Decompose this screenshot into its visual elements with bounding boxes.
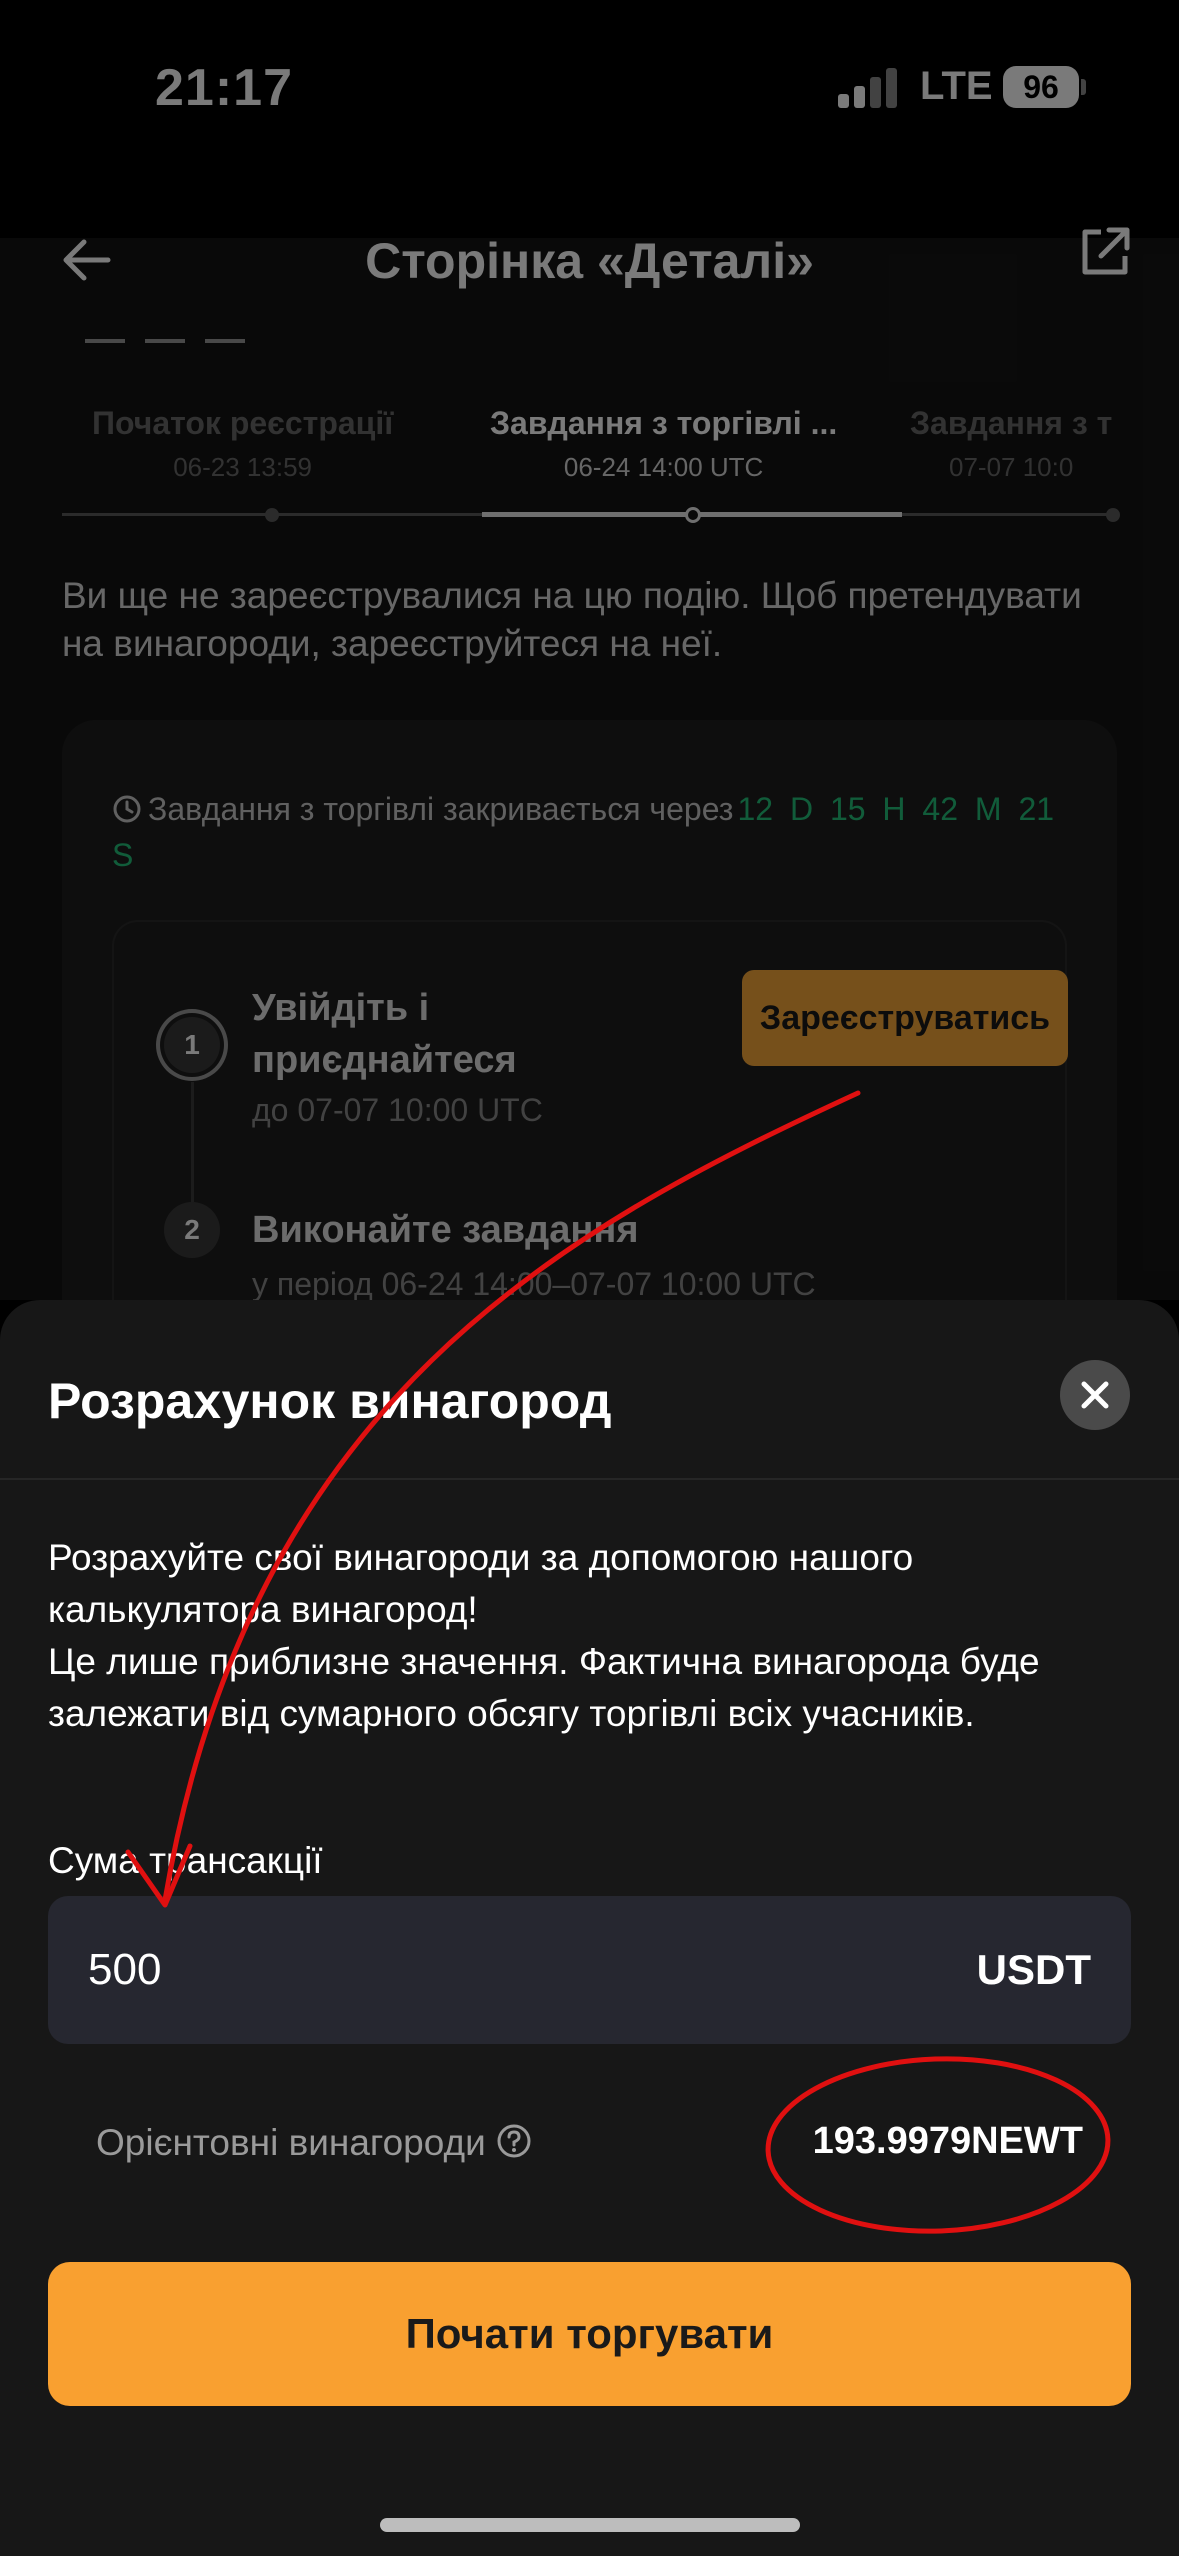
clipped-text-remnant (85, 330, 365, 344)
start-trading-button[interactable]: Почати торгувати (48, 2262, 1131, 2406)
status-bar: 21:17 LTE 96 (0, 0, 1179, 238)
home-indicator (380, 2518, 800, 2532)
amount-label: Сума трансакції (48, 1840, 323, 1881)
tab-name: Початок реєстрації (92, 405, 394, 441)
calculator-description: Розрахуйте свої винагороди за допомогою … (48, 1532, 1138, 1740)
countdown-text: Завдання з торгівлі закривається через 12… (112, 786, 1072, 878)
task-card: Завдання з торгівлі закривається через 1 2… (62, 720, 1117, 1380)
timeline-dot (1106, 508, 1120, 522)
amount-unit: USDT (976, 1946, 1091, 1993)
close-icon (1081, 1381, 1109, 1409)
page-title: Сторінка «Деталі» (365, 233, 814, 289)
sheet-title: Розрахунок винагород (48, 1373, 612, 1429)
step-connector (191, 1082, 194, 1202)
tab-trading-task-2[interactable]: Завдання з т 07-07 10:0 (910, 405, 1112, 483)
battery-tip (1081, 79, 1086, 95)
description-line: Розрахуйте свої винагороди за допомогою … (48, 1537, 914, 1630)
step-title-2: Виконайте завдання (252, 1209, 639, 1251)
tab-registration-start[interactable]: Початок реєстрації 06-23 13:59 (92, 405, 393, 483)
tab-date: 07-07 10:0 (948, 452, 1074, 482)
amount-field[interactable]: USDT (48, 1896, 1131, 2044)
register-button[interactable]: Зареєструватись (742, 970, 1068, 1066)
close-button[interactable] (1060, 1360, 1130, 1430)
description-line: Це лише приблизне значення. Фактична вин… (48, 1641, 1040, 1734)
external-link-icon[interactable] (1075, 222, 1135, 282)
timeline-dot-active (685, 507, 701, 523)
step-number-1: 1 (164, 1017, 220, 1073)
sheet-divider (0, 1478, 1179, 1480)
estimated-label-text: Орієнтовні винагороди (96, 2122, 486, 2163)
battery-icon: 96 (1003, 66, 1079, 108)
reward-calculator-sheet: Розрахунок винагород Розрахуйте свої вин… (0, 1300, 1179, 2556)
step-subtitle-2: у період 06-24 14:00–07-07 10:00 UTC (252, 1266, 816, 1302)
countdown-label: Завдання з торгівлі закривається через (148, 791, 734, 827)
cellular-signal-icon (838, 68, 900, 108)
tab-date: 06-24 14:00 UTC (563, 452, 764, 482)
status-time: 21:17 (155, 59, 293, 117)
step-subtitle-1: до 07-07 10:00 UTC (252, 1092, 543, 1128)
tab-trading-task[interactable]: Завдання з торгівлі ... 06-24 14:00 UTC (490, 405, 837, 483)
timeline-dot (265, 508, 279, 522)
clock-icon (113, 795, 141, 823)
registration-notice: Ви ще не зареєструвалися на цю подію. Що… (62, 575, 1082, 664)
estimated-rewards-label: Орієнтовні винагороди (96, 2122, 532, 2164)
step-number-2: 2 (164, 1202, 220, 1258)
help-icon[interactable] (496, 2123, 532, 2159)
tab-date: 06-23 13:59 (173, 452, 312, 482)
step-title-1: Увійдіть і приєднайтеся (252, 987, 517, 1081)
tab-name: Завдання з т (910, 405, 1113, 441)
amount-input[interactable] (88, 1896, 888, 2044)
tab-name: Завдання з торгівлі ... (490, 405, 838, 441)
estimated-rewards-value: 193.9979NEWT (812, 2120, 1083, 2162)
network-type: LTE (920, 64, 993, 108)
